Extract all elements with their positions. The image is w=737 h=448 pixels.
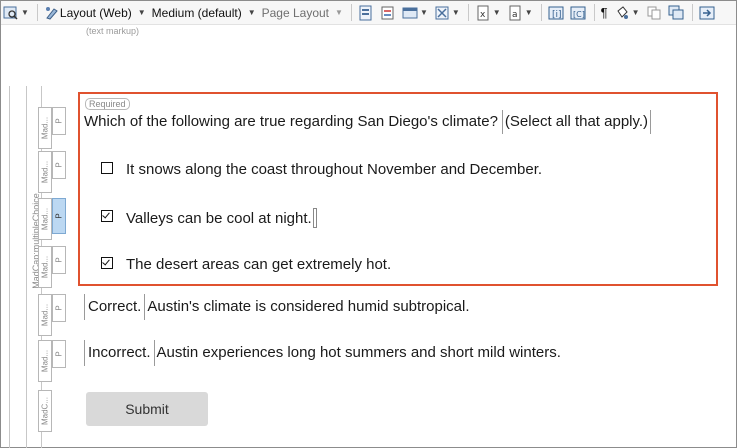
option-row[interactable]: Valleys can be cool at night. [101, 204, 317, 228]
page-layout-label: Page Layout [261, 5, 330, 20]
show-paragraph-marks-button[interactable]: ¶ [599, 2, 610, 23]
toolbar-separator [691, 4, 693, 21]
svg-text:x: x [480, 10, 486, 20]
chevron-down-icon: ▼ [524, 8, 533, 17]
option-checkbox[interactable] [101, 161, 113, 174]
editor-toolbar: ▼ Layout (Web) ▼ Medium (default) ▼ Page… [1, 1, 736, 25]
toolbar-separator [467, 4, 469, 21]
insert-field-button[interactable]: [i] [546, 2, 566, 23]
chevron-down-icon: ▼ [137, 8, 146, 17]
insert-cross-ref-button[interactable]: [C] [568, 2, 588, 23]
question-hint: (Select all that apply.) [501, 110, 652, 134]
structure-tag-mad[interactable]: Mad... [38, 340, 52, 382]
option-checkbox-checked[interactable] [101, 210, 113, 222]
svg-text:[i]: [i] [552, 10, 562, 20]
view-mode-button[interactable]: ▼ [400, 2, 430, 23]
text-markup-label: (text markup) [86, 26, 140, 36]
paste-button[interactable] [666, 2, 686, 23]
structure-tag-mad[interactable]: Mad... [38, 151, 52, 193]
chevron-down-icon: ▼ [419, 8, 428, 17]
show-tags-button[interactable] [356, 2, 376, 23]
paragraph-icon: ¶ [600, 5, 608, 20]
text-cursor [312, 208, 317, 228]
medium-dropdown[interactable]: Medium (default) ▼ [150, 2, 258, 23]
copy-icon [646, 5, 662, 21]
chevron-down-icon: ▼ [335, 8, 343, 17]
svg-text:a: a [512, 10, 518, 20]
incorrect-feedback-text: Austin experiences long hot summers and … [156, 344, 561, 361]
structure-tag-p[interactable]: P [52, 340, 66, 368]
structure-tag-p[interactable]: P [52, 151, 66, 179]
snippets-button[interactable]: a ▼ [505, 2, 535, 23]
required-tag: Required [85, 98, 130, 110]
show-changes-button[interactable] [378, 2, 398, 23]
preview-icon [3, 5, 19, 21]
structure-tag-p[interactable]: P [52, 246, 66, 274]
chevron-down-icon: ▼ [247, 8, 256, 17]
page-layout-dropdown[interactable]: Page Layout ▼ [260, 2, 345, 23]
structure-tag-mad[interactable]: Mad... [38, 294, 52, 336]
structure-tag-madc[interactable]: MadC... [38, 390, 52, 432]
variables-button[interactable]: x ▼ [473, 2, 503, 23]
option-label: The desert areas can get extremely hot. [126, 256, 392, 273]
navigate-button[interactable] [697, 2, 717, 23]
layout-button[interactable]: Layout (Web) ▼ [42, 2, 148, 23]
toolbar-separator [350, 4, 352, 21]
chevron-down-icon: ▼ [21, 8, 29, 17]
paint-bucket-icon [614, 5, 630, 21]
correct-tag: Correct. [84, 294, 146, 320]
chevron-down-icon: ▼ [451, 8, 460, 17]
windows-icon [668, 5, 684, 21]
layout-web-label: Layout (Web) [59, 5, 132, 20]
cross-reference-icon: [C] [570, 5, 586, 21]
structure-tag-mad[interactable]: Mad... [38, 198, 52, 240]
structure-tag-mad[interactable]: Mad... [38, 107, 52, 149]
toolbar-separator [36, 4, 38, 21]
chevron-down-icon: ▼ [631, 8, 640, 17]
incorrect-tag: Incorrect. [84, 340, 155, 366]
correct-feedback[interactable]: Correct. Austin's climate is considered h… [84, 294, 470, 320]
incorrect-feedback[interactable]: Incorrect. Austin experiences long hot su… [84, 340, 561, 366]
structure-tag-p[interactable]: P [52, 107, 66, 135]
structure-tag-p[interactable]: P [52, 294, 66, 322]
question-label: Which of the following are true regardin… [84, 113, 498, 130]
conditions-button[interactable]: ▼ [432, 2, 462, 23]
question-text[interactable]: Which of the following are true regardin… [84, 110, 652, 134]
toolbar-separator [540, 4, 542, 21]
field-icon: [i] [548, 5, 564, 21]
option-row[interactable]: The desert areas can get extremely hot. [101, 252, 391, 273]
chevron-down-icon: ▼ [492, 8, 501, 17]
toolbar-separator [593, 4, 595, 21]
changes-icon [380, 5, 396, 21]
layout-icon [44, 5, 60, 21]
option-row[interactable]: It snows along the coast throughout Nove… [101, 157, 542, 178]
submit-button[interactable]: Submit [86, 392, 208, 426]
option-checkbox-checked[interactable] [101, 256, 113, 269]
correct-feedback-text: Austin's climate is considered humid sub… [147, 298, 470, 315]
conditions-icon [434, 5, 450, 21]
tags-icon [358, 5, 374, 21]
snippet-icon: a [507, 5, 523, 21]
preview-button[interactable]: ▼ [1, 2, 31, 23]
option-label: It snows along the coast throughout Nove… [126, 161, 543, 178]
copy-button[interactable] [644, 2, 664, 23]
highlight-button[interactable]: ▼ [612, 2, 642, 23]
variable-icon: x [475, 5, 491, 21]
structure-tag-mad[interactable]: Mad... [38, 246, 52, 288]
medium-label: Medium (default) [151, 5, 242, 20]
arrow-right-icon [699, 5, 715, 21]
window-icon [402, 5, 418, 21]
structure-bar-outer[interactable] [9, 86, 18, 448]
svg-text:[C]: [C] [573, 10, 585, 19]
structure-tag-p-selected[interactable]: P [52, 198, 66, 234]
option-label: Valleys can be cool at night. [126, 209, 312, 227]
